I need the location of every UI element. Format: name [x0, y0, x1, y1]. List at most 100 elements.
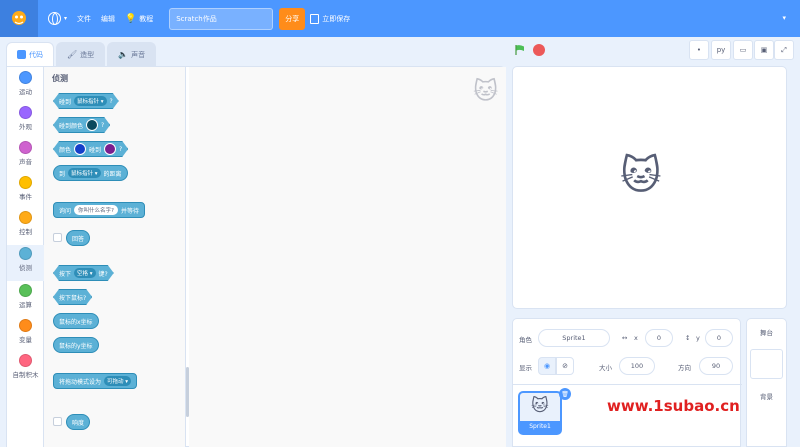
category-looks[interactable]: 外观 [7, 106, 44, 131]
key-dropdown[interactable]: 空格 ▾ [74, 268, 96, 278]
dropdown-text: 鼠标指针 [77, 99, 100, 105]
mouse-pointer-dropdown[interactable]: 鼠标指针 ▾ [74, 96, 107, 106]
ask-and-wait-block[interactable]: 询问 你叫什么名字? 并等待 [53, 202, 145, 218]
direction-input[interactable]: 90 [699, 357, 733, 375]
sprite-name-input[interactable]: Sprite1 [538, 329, 610, 347]
stage-thumbnail[interactable] [750, 349, 783, 379]
answer-block[interactable]: 回答 [66, 230, 91, 246]
touching-block[interactable]: 碰到 鼠标指针 ▾ ? [53, 93, 119, 109]
block-text: 并等待 [120, 207, 139, 215]
large-stage-layout-button[interactable]: ▣ [754, 40, 774, 60]
category-label: 运算 [19, 301, 32, 309]
category-operators[interactable]: 运算 [7, 284, 44, 309]
sprite-label: 角色 [519, 336, 532, 344]
share-button[interactable]: 分享 [279, 7, 306, 30]
drag-mode-dropdown[interactable]: 可拖动 ▾ [104, 376, 132, 386]
key-pressed-block[interactable]: 按下 空格 ▾ 键? [53, 265, 114, 281]
size-input[interactable]: 100 [619, 357, 655, 375]
direction-label: 方向 [678, 364, 691, 372]
dropdown-text: 空格 [77, 271, 89, 277]
caret-down-icon: ▾ [64, 15, 68, 22]
eye-slash-icon: ⊘ [562, 362, 568, 370]
category-my-blocks[interactable]: 自制积木 [7, 354, 44, 379]
category-label: 运动 [19, 88, 32, 96]
category-sensing[interactable]: 侦测 [7, 245, 44, 281]
category-events[interactable]: 事件 [7, 176, 44, 201]
language-menu[interactable]: ▾ [48, 12, 67, 25]
block-text: 响度 [72, 419, 85, 427]
answer-checkbox[interactable] [53, 233, 62, 242]
mouse-down-block[interactable]: 按下鼠标? [53, 289, 92, 305]
fullscreen-button[interactable]: ⤢ [774, 40, 794, 60]
y-input[interactable]: 0 [705, 329, 733, 347]
scratch-logo[interactable] [0, 0, 38, 37]
edit-menu-label: 编辑 [101, 14, 116, 23]
small-stage-layout-button[interactable]: ▭ [733, 40, 753, 60]
green-flag-icon[interactable] [515, 45, 525, 55]
loudness-block[interactable]: 响度 [66, 414, 91, 430]
loudness-checkbox[interactable] [53, 417, 62, 426]
mouse-x-block[interactable]: 鼠标的x坐标 [53, 313, 99, 329]
block-text: ? [101, 121, 105, 129]
category-dot [19, 247, 32, 260]
category-variables[interactable]: 变量 [7, 319, 44, 344]
distance-to-block[interactable]: 到 鼠标指针 ▾ 的距离 [53, 165, 128, 181]
color-swatch[interactable] [86, 119, 98, 131]
small-stage-button[interactable]: • [689, 40, 709, 60]
sprite-info-panel: 角色 Sprite1 ↔ x 0 ↕ y 0 显示 ◉ ⊘ 大小 100 方向 … [513, 319, 742, 385]
mouse-y-block[interactable]: 鼠标的y坐标 [53, 337, 99, 353]
backdrops-label: 背景 [760, 393, 773, 401]
category-sound[interactable]: 声音 [7, 141, 44, 166]
category-dot [19, 354, 32, 367]
mouse-pointer-dropdown[interactable]: 鼠标指针 ▾ [68, 168, 101, 178]
x-label: x [634, 334, 638, 342]
block-text: 回答 [72, 235, 85, 243]
category-dot [19, 211, 32, 224]
touching-color-block[interactable]: 碰到颜色 ? [53, 117, 110, 133]
site-watermark: www.1subao.cn [607, 397, 740, 415]
tab-code[interactable]: 代码 [6, 42, 54, 66]
python-button[interactable]: py [711, 40, 731, 60]
category-dot [19, 71, 32, 84]
edit-menu[interactable]: 编辑 [101, 14, 115, 24]
script-workspace[interactable]: 🐱 [189, 67, 506, 447]
show-label: 显示 [519, 364, 532, 372]
color-swatch[interactable] [74, 143, 86, 155]
stage-selector[interactable]: 舞台 背景 [746, 318, 787, 447]
tab-sounds[interactable]: 🔈 声音 [107, 42, 157, 66]
block-text: 鼠标的x坐标 [59, 318, 93, 326]
block-text: 按下鼠标? [59, 294, 87, 302]
x-input[interactable]: 0 [645, 329, 673, 347]
tutorial-menu[interactable]: 💡 教程 [125, 14, 153, 24]
fullscreen-icon: ⤢ [781, 45, 787, 54]
account-caret-icon[interactable]: ▾ [782, 14, 786, 22]
tab-code-label: 代码 [29, 50, 43, 59]
category-dot [19, 176, 32, 189]
color-swatch[interactable] [104, 143, 116, 155]
color-touching-color-block[interactable]: 颜色 碰到 ? [53, 141, 128, 157]
sprite-thumbnail[interactable]: 🐱 Sprite1 🗑 [518, 388, 571, 435]
brush-icon: 🖌 [67, 50, 78, 59]
category-control[interactable]: 控制 [7, 211, 44, 236]
ask-text-input[interactable]: 你叫什么名字? [74, 205, 118, 215]
category-motion[interactable]: 运动 [7, 71, 44, 96]
set-drag-mode-block[interactable]: 将拖动模式设为 可拖动 ▾ [53, 373, 138, 389]
show-sprite-toggle[interactable]: ◉ [538, 357, 556, 375]
block-text: 碰到 [89, 146, 102, 154]
file-menu[interactable]: 文件 [77, 14, 91, 24]
category-dot [19, 106, 32, 119]
stage-canvas[interactable]: 🐱 [512, 66, 787, 309]
save-now-button[interactable]: 立即保存 [310, 13, 350, 24]
tab-costumes[interactable]: 🖌 造型 [56, 42, 106, 66]
category-dot [19, 141, 32, 154]
stop-icon[interactable] [533, 44, 545, 56]
block-text: 询问 [59, 207, 72, 215]
hide-sprite-toggle[interactable]: ⊘ [556, 357, 574, 375]
delete-sprite-icon[interactable]: 🗑 [559, 388, 571, 400]
sprite-thumbnail-name: Sprite1 [520, 421, 560, 433]
y-label: y [696, 334, 700, 342]
y-arrows-icon: ↕ [685, 334, 691, 342]
category-label: 侦测 [19, 264, 32, 272]
project-title-input[interactable]: Scratch作品 [169, 7, 274, 30]
cat-sprite-icon[interactable]: 🐱 [620, 153, 662, 199]
